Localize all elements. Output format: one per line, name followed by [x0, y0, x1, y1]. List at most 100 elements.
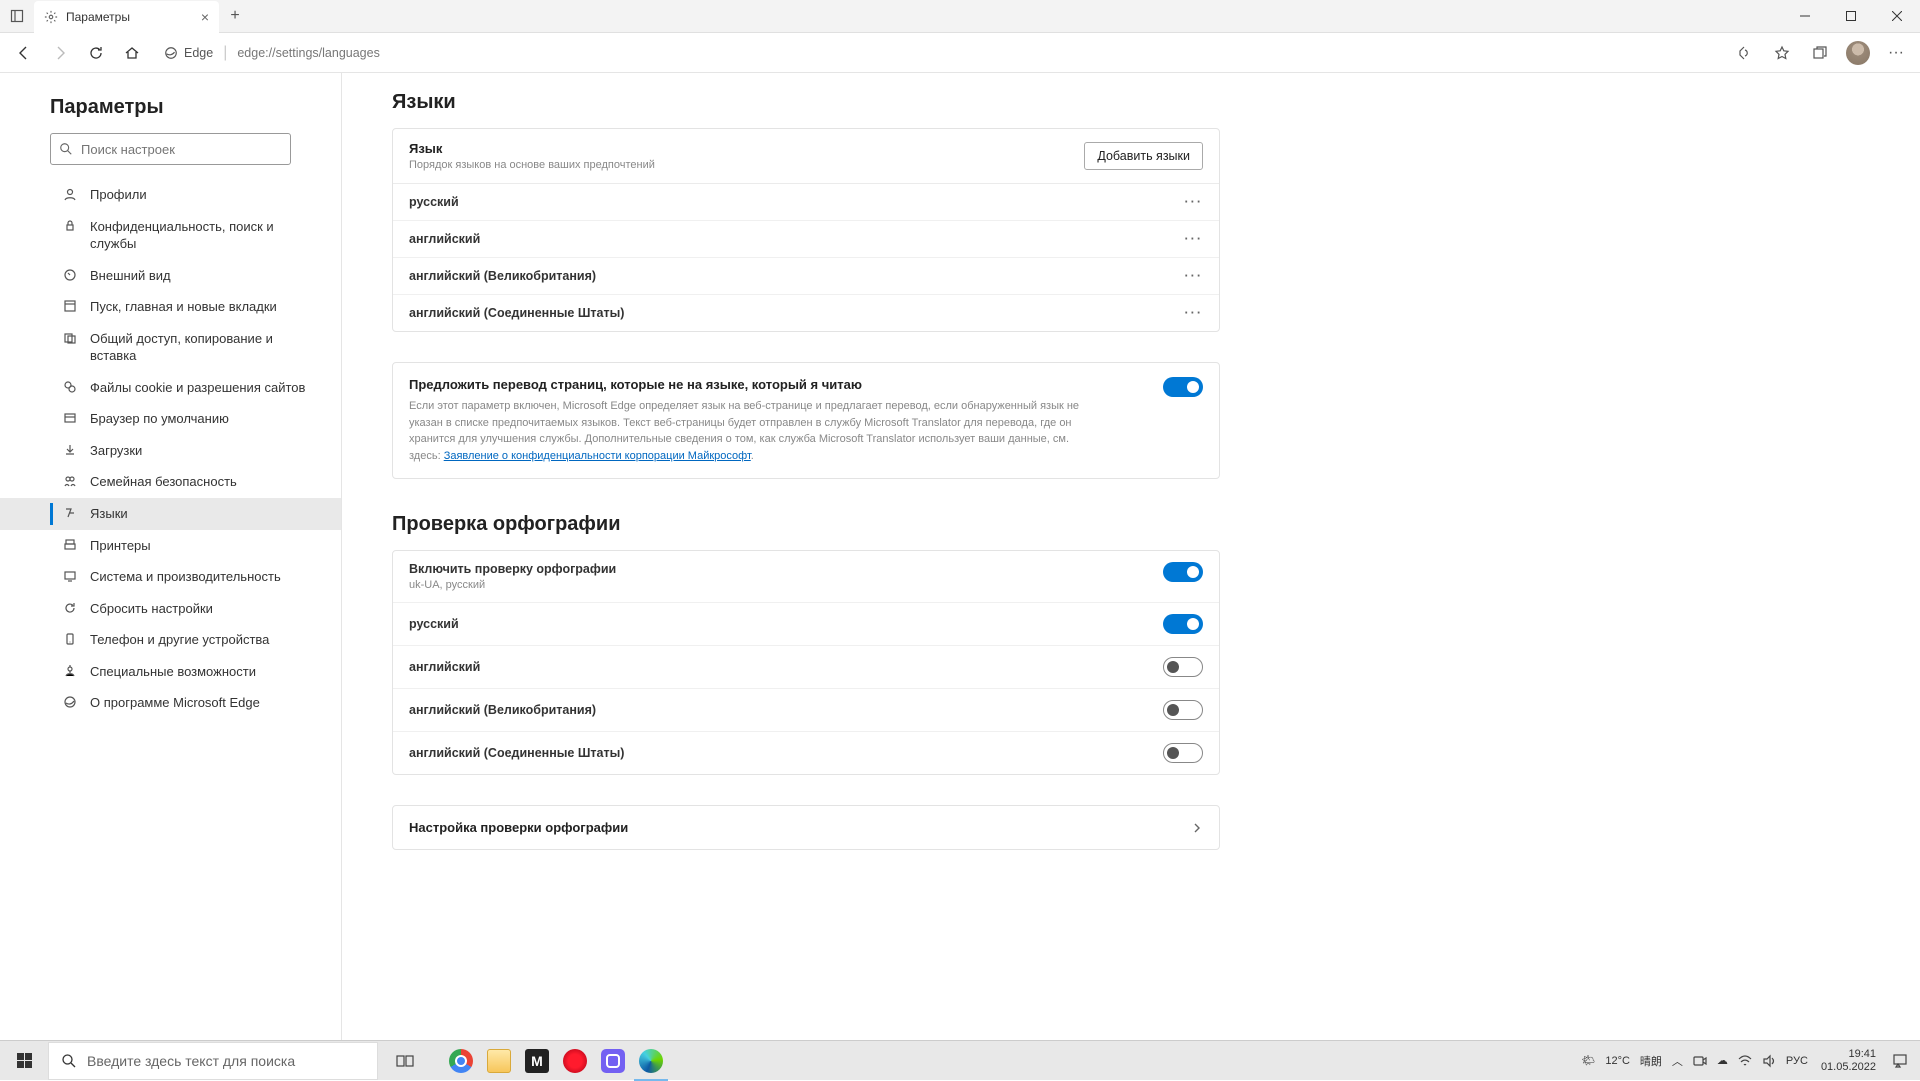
address-bar: Edge | edge://settings/languages ···: [0, 33, 1920, 73]
sidebar-item[interactable]: Браузер по умолчанию: [0, 403, 341, 435]
sidebar-item[interactable]: Языки: [0, 498, 341, 530]
tray-meet-icon[interactable]: [1693, 1054, 1707, 1068]
taskbar-app-opera[interactable]: [556, 1041, 594, 1081]
spell-settings-card: Настройка проверки орфографии: [392, 805, 1220, 850]
refresh-button[interactable]: [78, 35, 114, 71]
maximize-button[interactable]: [1828, 0, 1874, 32]
weather-icon[interactable]: 🌤: [1581, 1054, 1595, 1067]
sidebar-item-label: Семейная безопасность: [90, 473, 255, 491]
sidebar-item-icon: [62, 568, 78, 584]
tray-wifi-icon[interactable]: [1738, 1054, 1752, 1068]
more-options-icon[interactable]: ···: [1185, 269, 1204, 283]
taskbar-app-m[interactable]: M: [518, 1041, 556, 1081]
translate-toggle[interactable]: [1163, 377, 1203, 397]
sidebar-item[interactable]: Конфиденциальность, поиск и службы: [0, 211, 341, 260]
sidebar-item[interactable]: Система и производительность: [0, 561, 341, 593]
collections-icon[interactable]: [1802, 35, 1838, 71]
search-input[interactable]: [81, 142, 282, 157]
close-window-button[interactable]: [1874, 0, 1920, 32]
more-options-icon[interactable]: ···: [1185, 195, 1204, 209]
action-center-button[interactable]: [1884, 1041, 1916, 1081]
sidebar-item-label: Специальные возможности: [90, 663, 274, 681]
sidebar-item[interactable]: Общий доступ, копирование и вставка: [0, 323, 341, 372]
home-button[interactable]: [114, 35, 150, 71]
tray-clock[interactable]: 19:41 01.05.2022: [1821, 1048, 1876, 1073]
sidebar-item-icon: [62, 631, 78, 647]
taskbar-app-explorer[interactable]: [480, 1041, 518, 1081]
spell-language-toggle[interactable]: [1163, 700, 1203, 720]
url-field[interactable]: Edge | edge://settings/languages: [154, 38, 1722, 68]
sidebar-item[interactable]: Файлы cookie и разрешения сайтов: [0, 372, 341, 404]
sidebar-item[interactable]: Пуск, главная и новые вкладки: [0, 291, 341, 323]
sidebar-item-label: Система и производительность: [90, 568, 299, 586]
sidebar-item[interactable]: Загрузки: [0, 435, 341, 467]
favorites-icon[interactable]: [1764, 35, 1800, 71]
add-languages-button[interactable]: Добавить языки: [1084, 142, 1203, 170]
spell-enable-toggle[interactable]: [1163, 562, 1203, 582]
spell-language-toggle[interactable]: [1163, 657, 1203, 677]
sidebar-item-icon: [62, 694, 78, 710]
spell-language-label: английский: [409, 660, 1153, 674]
sidebar-item-label: Внешний вид: [90, 267, 189, 285]
chevron-right-icon: [1191, 822, 1203, 834]
spell-language-row: английский: [393, 646, 1219, 689]
sidebar-item[interactable]: Телефон и другие устройства: [0, 624, 341, 656]
minimize-button[interactable]: [1782, 0, 1828, 32]
sidebar-item-icon: [62, 186, 78, 202]
sidebar-item-icon: [62, 267, 78, 283]
sidebar-item-label: Языки: [90, 505, 146, 523]
more-options-icon[interactable]: ···: [1185, 232, 1204, 246]
weather-temp[interactable]: 12°C: [1605, 1055, 1630, 1067]
sidebar-item-label: Принтеры: [90, 537, 169, 555]
taskbar-app-chrome[interactable]: [442, 1041, 480, 1081]
spell-language-toggle[interactable]: [1163, 743, 1203, 763]
read-aloud-icon[interactable]: [1726, 35, 1762, 71]
sidebar-item-label: Конфиденциальность, поиск и службы: [90, 218, 331, 253]
sidebar-item-icon: [62, 442, 78, 458]
spell-language-label: русский: [409, 617, 1153, 631]
tray-lang[interactable]: РУС: [1786, 1055, 1808, 1067]
sidebar-item-icon: [62, 663, 78, 679]
languages-card: Язык Порядок языков на основе ваших пред…: [392, 128, 1220, 332]
menu-button[interactable]: ···: [1878, 35, 1914, 71]
tray-date: 01.05.2022: [1821, 1061, 1876, 1074]
sidebar-item-icon: [62, 473, 78, 489]
window-titlebar: Параметры × +: [0, 0, 1920, 33]
settings-search[interactable]: [50, 133, 291, 165]
privacy-link[interactable]: Заявление о конфиденциальности корпораци…: [444, 450, 751, 462]
spellcheck-card: Включить проверку орфографии uk-UA, русс…: [392, 550, 1220, 775]
forward-button[interactable]: [42, 35, 78, 71]
sidebar-item[interactable]: Специальные возможности: [0, 656, 341, 688]
close-tab-icon[interactable]: ×: [201, 9, 209, 25]
gear-icon: [44, 10, 58, 24]
spell-language-row: русский: [393, 603, 1219, 646]
taskbar-app-edge[interactable]: [632, 1041, 670, 1081]
sidebar-item-label: Пуск, главная и новые вкладки: [90, 298, 295, 316]
tray-volume-icon[interactable]: [1762, 1054, 1776, 1068]
task-view-button[interactable]: [386, 1041, 424, 1081]
titlebar-left: Параметры × +: [0, 0, 251, 32]
sidebar-item[interactable]: Семейная безопасность: [0, 466, 341, 498]
spell-settings-row[interactable]: Настройка проверки орфографии: [393, 806, 1219, 849]
sidebar-item[interactable]: О программе Microsoft Edge: [0, 687, 341, 719]
tray-chevron-icon[interactable]: ︿: [1672, 1053, 1683, 1069]
browser-tab[interactable]: Параметры ×: [34, 1, 219, 33]
window-controls: [1782, 0, 1920, 32]
sidebar-item[interactable]: Принтеры: [0, 530, 341, 562]
weather-label[interactable]: 晴朗: [1640, 1053, 1662, 1069]
sidebar-item[interactable]: Внешний вид: [0, 260, 341, 292]
toolbar-right: ···: [1726, 35, 1914, 71]
sidebar-item[interactable]: Сбросить настройки: [0, 593, 341, 625]
language-row: английский (Великобритания)···: [393, 258, 1219, 295]
taskbar-search[interactable]: Введите здесь текст для поиска: [48, 1042, 378, 1080]
tray-onedrive-icon[interactable]: ☁: [1717, 1054, 1728, 1067]
more-options-icon[interactable]: ···: [1185, 306, 1204, 320]
taskbar-app-viber[interactable]: [594, 1041, 632, 1081]
profile-avatar[interactable]: [1840, 35, 1876, 71]
tab-actions-button[interactable]: [0, 9, 34, 23]
back-button[interactable]: [6, 35, 42, 71]
sidebar-item[interactable]: Профили: [0, 179, 341, 211]
start-button[interactable]: [0, 1041, 48, 1081]
spell-language-toggle[interactable]: [1163, 614, 1203, 634]
new-tab-button[interactable]: +: [219, 7, 251, 25]
